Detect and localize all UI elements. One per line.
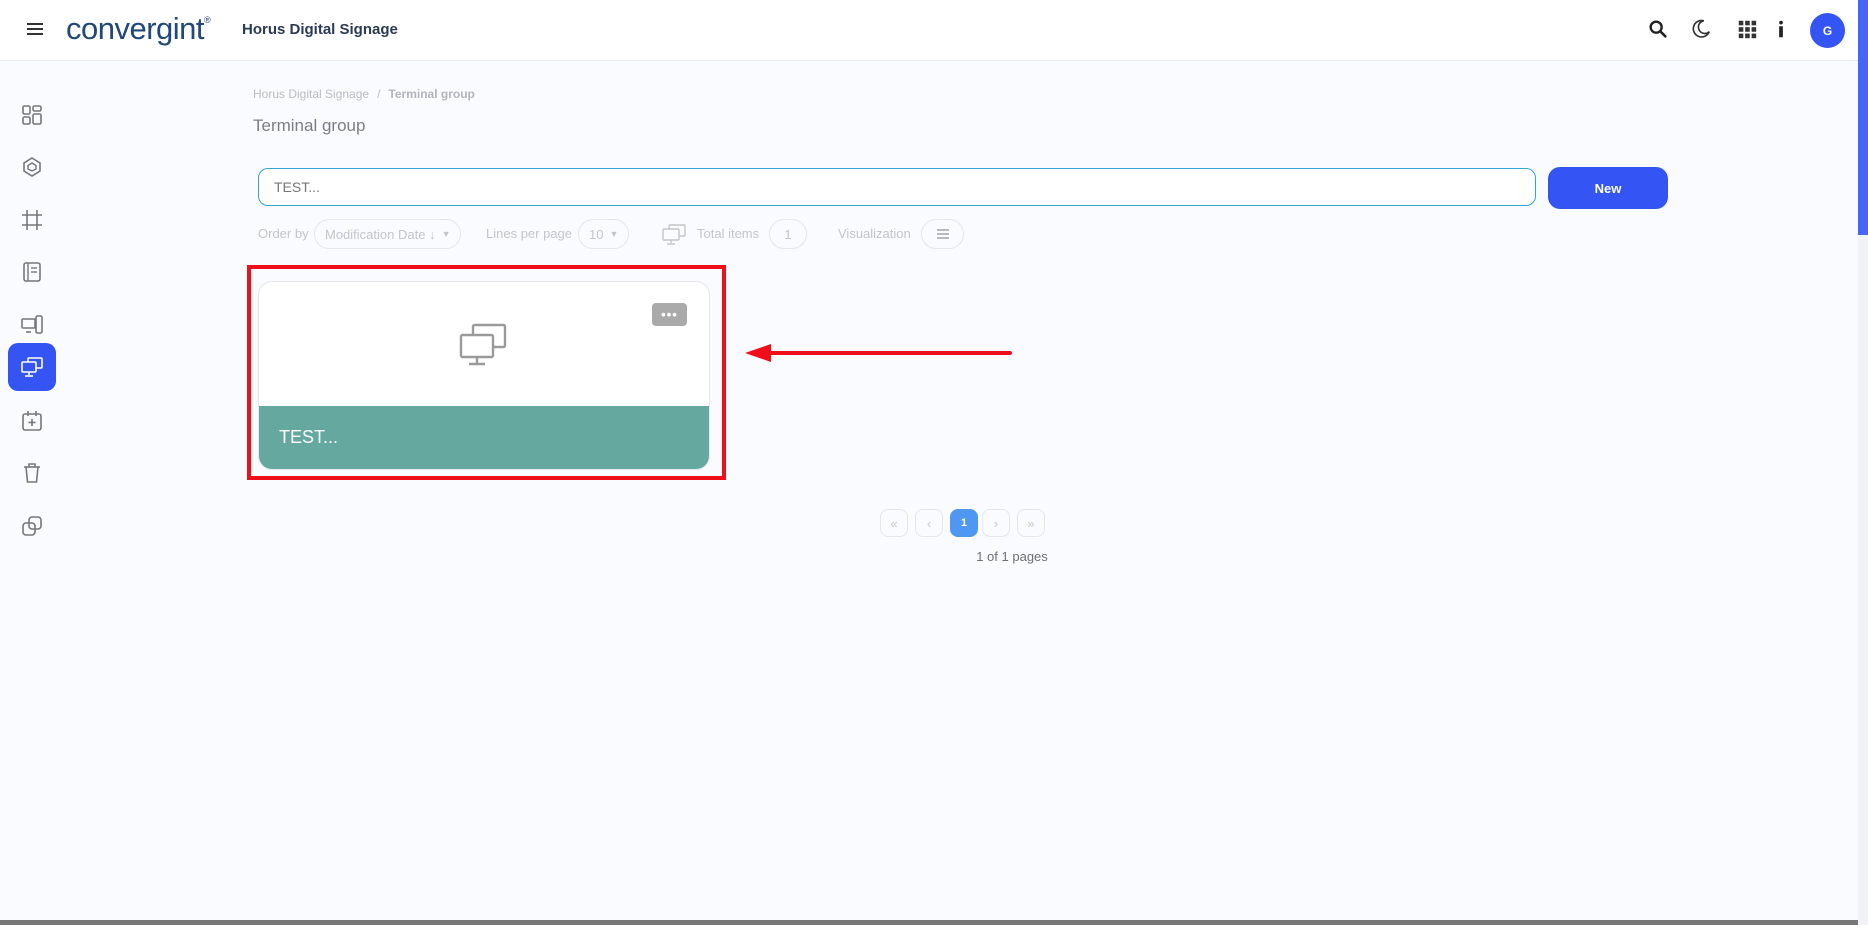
- frame-icon: [22, 210, 42, 230]
- devices-icon: [21, 315, 43, 334]
- breadcrumb-current: Terminal group: [388, 87, 475, 101]
- chevron-down-icon: ▼: [609, 229, 619, 239]
- sidebar-item-cube[interactable]: [8, 143, 56, 191]
- lines-per-page-value: 10: [589, 226, 604, 242]
- apps-grid-icon[interactable]: [1736, 18, 1758, 40]
- order-by-select[interactable]: Modification Date ↓ ▼: [314, 219, 462, 249]
- chevron-down-icon: ▼: [441, 229, 451, 239]
- logo: convergint®: [66, 11, 211, 47]
- annotation-arrow: [745, 344, 1012, 362]
- pagination-next-button[interactable]: ›: [982, 509, 1010, 537]
- card-footer: TEST...: [259, 406, 709, 469]
- search-icon[interactable]: [1647, 18, 1669, 40]
- terminal-group-icon: [459, 323, 507, 366]
- total-items-icon: [662, 224, 686, 245]
- scrollbar-thumb[interactable]: [1858, 0, 1868, 235]
- terminal-group-icon: [21, 357, 43, 377]
- order-by-label: Order by: [258, 226, 309, 241]
- scrollbar[interactable]: [1858, 0, 1868, 925]
- logo-registered-mark: ®: [204, 15, 211, 25]
- total-items-label: Total items: [697, 226, 760, 241]
- visualization-label: Visualization: [838, 226, 911, 241]
- breadcrumb-separator: /: [377, 87, 381, 101]
- trash-icon: [24, 463, 40, 483]
- terminal-group-card[interactable]: ••• TEST...: [258, 281, 710, 470]
- playlist-icon: [23, 262, 41, 282]
- pagination-summary: 1 of 1 pages: [976, 549, 1048, 564]
- sidebar: [0, 61, 66, 919]
- order-by-value: Modification Date ↓: [325, 226, 436, 242]
- page-title: Terminal group: [253, 116, 366, 135]
- dashboard-icon: [22, 105, 42, 125]
- sidebar-item-playlist[interactable]: [8, 248, 56, 296]
- card-title: TEST...: [279, 427, 339, 447]
- pagination-first-button[interactable]: «: [880, 509, 908, 537]
- top-bar: convergint® Horus Digital Signage G: [0, 0, 1858, 61]
- sidebar-item-calendar[interactable]: [8, 397, 56, 445]
- sidebar-item-frame[interactable]: [8, 196, 56, 244]
- card-more-button[interactable]: •••: [652, 303, 687, 326]
- moon-icon[interactable]: [1690, 18, 1712, 40]
- lines-per-page-label: Lines per page: [486, 226, 573, 241]
- lines-per-page-select[interactable]: 10 ▼: [578, 219, 630, 249]
- visualization-toggle[interactable]: [921, 219, 964, 249]
- app-title: Horus Digital Signage: [242, 21, 398, 38]
- breadcrumb-root[interactable]: Horus Digital Signage: [253, 87, 369, 101]
- search-input[interactable]: [258, 168, 1536, 206]
- total-items-count: 1: [769, 219, 807, 249]
- sidebar-item-trash[interactable]: [8, 449, 56, 497]
- pagination-last-button[interactable]: »: [1017, 509, 1045, 537]
- menu-icon[interactable]: [27, 20, 43, 40]
- info-icon[interactable]: [1770, 18, 1792, 40]
- calendar-add-icon: [22, 411, 42, 431]
- cube-icon: [23, 157, 41, 177]
- breadcrumb: Horus Digital Signage / Terminal group: [253, 87, 475, 101]
- avatar[interactable]: G: [1810, 13, 1845, 48]
- sidebar-item-copy[interactable]: [8, 502, 56, 550]
- pagination-page-1[interactable]: 1: [950, 509, 978, 537]
- sidebar-item-dashboard[interactable]: [8, 91, 56, 139]
- sidebar-item-terminal-group[interactable]: [8, 343, 56, 391]
- list-view-icon: [936, 229, 949, 239]
- sidebar-item-devices[interactable]: [8, 301, 56, 349]
- pagination-prev-button[interactable]: ‹: [915, 509, 943, 537]
- new-button[interactable]: New: [1548, 167, 1668, 209]
- logo-text: convergint: [66, 11, 205, 46]
- window-bottom-border: [0, 920, 1858, 925]
- copy-icon: [22, 516, 42, 536]
